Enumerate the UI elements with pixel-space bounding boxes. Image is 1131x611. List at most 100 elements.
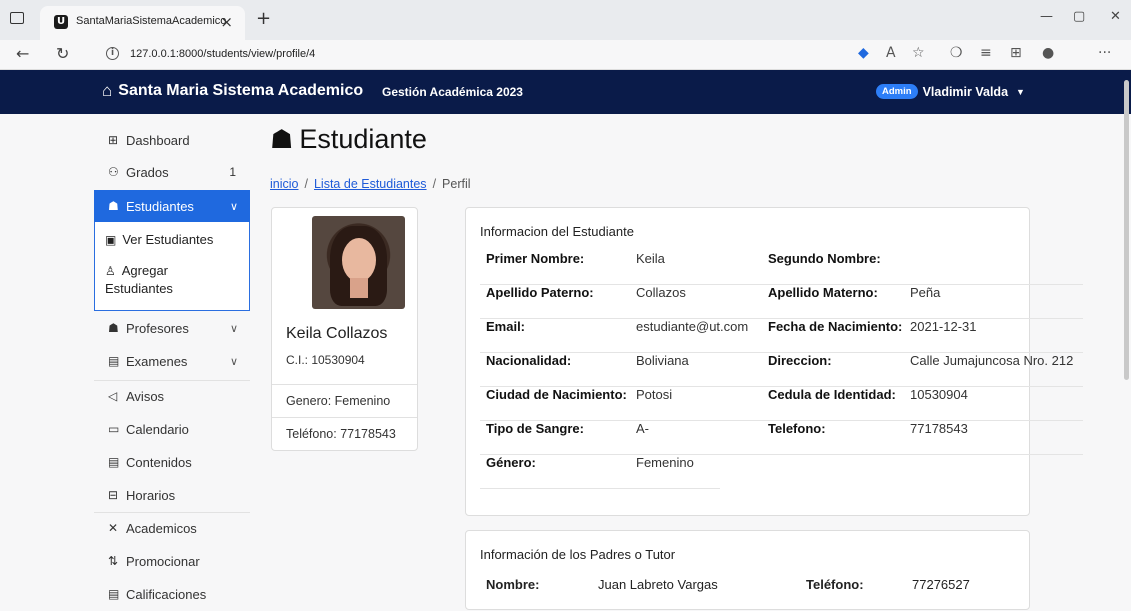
sidebar-item-grados[interactable]: ⚇ Grados 1 (94, 156, 250, 188)
info-row: Email: estudiante@ut.com Fecha de Nacimi… (480, 319, 1083, 353)
breadcrumb-list-link[interactable]: Lista de Estudiantes (314, 177, 427, 191)
sidebar-item-label: Promocionar (126, 553, 200, 569)
sidebar-item-label: Grados (126, 164, 169, 180)
grid-icon: ⊞ (108, 133, 119, 147)
sidebar-item-horarios[interactable]: ⊟ Horarios (94, 479, 250, 511)
profile-card: Keila Collazos C.I.: 10530904 Genero: Fe… (271, 207, 418, 451)
brand-name: Santa Maria Sistema Academico (118, 82, 364, 99)
student-photo (312, 216, 405, 309)
student-phone: Teléfono: 77178543 (272, 417, 417, 450)
content-icon: ▤ (108, 455, 120, 469)
back-icon[interactable]: ← (16, 44, 29, 63)
parents-info-card: Información de los Padres o Tutor Nombre… (465, 530, 1030, 610)
extensions-icon[interactable]: ❍ (950, 45, 963, 61)
chevron-down-icon: ∨ (229, 355, 238, 368)
profile-avatar-icon[interactable]: ● (1042, 45, 1054, 61)
info-row: Apellido Paterno: Collazos Apellido Mate… (480, 285, 1083, 319)
field-label: Primer Nombre: (486, 251, 585, 266)
field-label: Segundo Nombre: (768, 251, 881, 266)
student-icon: ☗ (270, 124, 294, 155)
app-navbar: ⌂ Santa Maria Sistema Academico Gestión … (0, 70, 1131, 114)
tag-icon[interactable]: ◆ (858, 45, 869, 61)
student-name: Keila Collazos (286, 325, 388, 342)
page-title-text: Estudiante (299, 124, 427, 154)
field-label: Fecha de Nacimiento: (768, 319, 903, 334)
more-icon[interactable]: ··· (1098, 45, 1111, 61)
site-favicon-icon: U (54, 15, 68, 29)
favorite-icon[interactable]: ☆ (912, 45, 925, 61)
parents-info-header: Información de los Padres o Tutor (480, 547, 676, 562)
close-tab-icon[interactable]: × (220, 13, 233, 31)
sidebar-item-label: Dashboard (126, 132, 190, 148)
breadcrumb-current: Perfil (442, 177, 471, 191)
close-window-icon[interactable]: ✕ (1110, 9, 1121, 24)
sidebar-item-promocionar[interactable]: ⇅ Promocionar (94, 545, 250, 577)
sidebar-item-calificaciones[interactable]: ▤ Calificaciones (94, 578, 250, 610)
sidebar-item-calendario[interactable]: ▭ Calendario (94, 413, 250, 445)
field-label: Nombre: (486, 577, 540, 592)
estudiantes-submenu: ▣ Ver Estudiantes ♙ Agregar Estudiantes (94, 222, 250, 311)
info-row: Primer Nombre: Keila Segundo Nombre: (480, 251, 1083, 285)
minimize-icon[interactable]: — (1040, 9, 1053, 24)
role-badge: Admin (876, 84, 918, 99)
page-title: ☗ Estudiante (270, 124, 427, 155)
chevron-down-icon: ▼ (1016, 86, 1025, 97)
sidebar-item-profesores[interactable]: ☗ Profesores ∨ (94, 312, 250, 344)
breadcrumb-home-link[interactable]: inicio (270, 177, 299, 191)
tab-title: SantaMariaSistemaAcademico (76, 15, 227, 27)
field-label: Direccion: (768, 353, 832, 368)
field-value: 77276527 (912, 577, 970, 592)
submenu-ver-estudiantes[interactable]: ▣ Ver Estudiantes (105, 231, 213, 249)
sidebar-item-label: Examenes (126, 353, 188, 369)
sidebar-item-examenes[interactable]: ▤ Examenes ∨ (94, 345, 250, 377)
sidebar-item-label: Calendario (126, 421, 189, 437)
sidebar-item-label: Contenidos (126, 454, 192, 470)
info-row: Nacionalidad: Boliviana Direccion: Calle… (480, 353, 1083, 387)
sidebar-item-contenidos[interactable]: ▤ Contenidos (94, 446, 250, 478)
chevron-down-icon: ∨ (229, 200, 238, 213)
refresh-icon[interactable]: ↻ (56, 44, 69, 63)
breadcrumb: inicio / Lista de Estudiantes / Perfil (270, 177, 471, 191)
site-info-icon[interactable]: i (106, 47, 119, 60)
user-menu[interactable]: Admin Vladimir Valda ▼ (876, 84, 1025, 99)
field-label: Apellido Paterno: (486, 285, 594, 300)
megaphone-icon: ◁ (108, 389, 118, 403)
read-aloud-icon[interactable]: A (886, 45, 896, 61)
field-value: Potosi (636, 387, 673, 402)
sidebar: ⊞ Dashboard ⚇ Grados 1 ☗ Estudiantes ∨ ▣… (94, 114, 250, 602)
field-value: Boliviana (636, 353, 689, 368)
sidebar-item-dashboard[interactable]: ⊞ Dashboard (94, 124, 250, 156)
info-row: Ciudad de Nacimiento: Potosi Cedula de I… (480, 387, 1083, 421)
student-icon: ☗ (108, 199, 119, 213)
sidebar-item-estudiantes[interactable]: ☗ Estudiantes ∨ (94, 190, 250, 222)
browser-tab[interactable]: U SantaMariaSistemaAcademico × (40, 6, 245, 40)
field-label: Email: (486, 319, 526, 334)
brand-link[interactable]: ⌂ Santa Maria Sistema Academico (102, 81, 363, 101)
field-label: Teléfono: (806, 577, 864, 592)
student-info-card: Informacion del Estudiante Primer Nombre… (465, 207, 1083, 516)
sidebar-item-academicos[interactable]: ✕ Academicos (94, 512, 250, 544)
field-label: Género: (486, 455, 536, 470)
restore-icon[interactable]: ▢ (1073, 9, 1085, 24)
sidebar-item-label: Academicos (126, 520, 197, 536)
sidebar-item-avisos[interactable]: ◁ Avisos (94, 380, 250, 412)
new-tab-icon[interactable]: + (256, 8, 271, 29)
calendar-icon: ▭ (108, 422, 120, 436)
page-scrollbar[interactable] (1124, 80, 1129, 380)
student-ci: C.I.: 10530904 (286, 353, 365, 367)
collections-icon[interactable]: ⊞ (1010, 45, 1022, 61)
favorites-list-icon[interactable]: ≡ (980, 45, 992, 61)
student-gender: Genero: Femenino (272, 384, 417, 417)
address-bar: ← ↻ i 127.0.0.1:8000/students/view/profi… (0, 40, 1131, 70)
sidebar-item-label: Avisos (126, 388, 165, 404)
sidebar-item-label: Calificaciones (126, 586, 207, 602)
add-user-icon: ♙ (105, 264, 116, 278)
field-label: Nacionalidad: (486, 353, 572, 368)
field-value: Collazos (636, 285, 686, 300)
sidebar-item-label: Estudiantes (126, 198, 194, 214)
tab-actions-icon[interactable] (10, 12, 24, 24)
field-value: Peña (910, 285, 941, 300)
field-value: Keila (636, 251, 665, 266)
submenu-agregar-estudiantes[interactable]: ♙ Agregar Estudiantes (105, 262, 235, 297)
field-label: Apellido Materno: (768, 285, 878, 300)
